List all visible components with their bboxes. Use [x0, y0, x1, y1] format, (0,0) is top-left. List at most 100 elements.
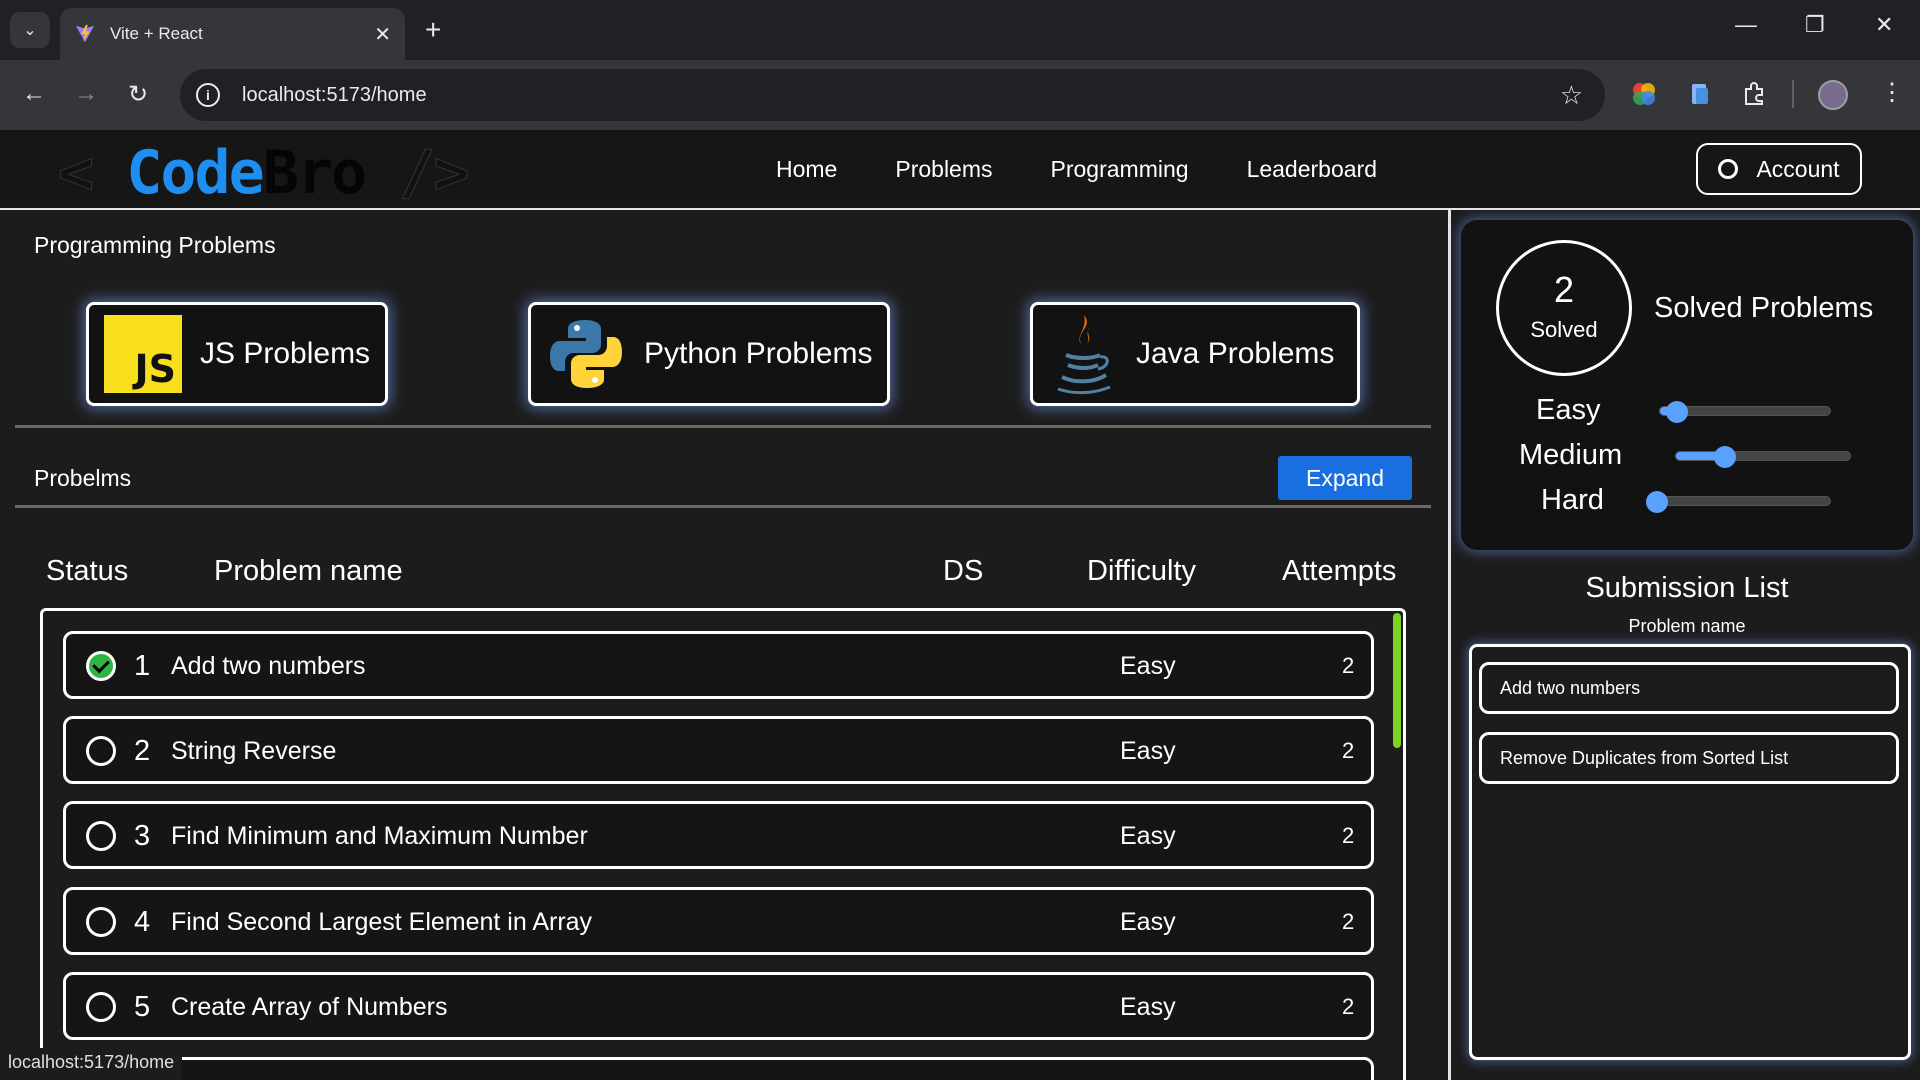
problem-attempts: 2: [1342, 653, 1355, 678]
codebro-logo[interactable]: < CodeBro />: [57, 138, 470, 209]
python-problems-button[interactable]: Python Problems: [528, 302, 890, 406]
medium-progress-slider[interactable]: [1675, 446, 1851, 468]
color-extension-icon[interactable]: [1630, 80, 1658, 108]
bookmark-star-icon[interactable]: ☆: [1560, 80, 1583, 111]
logo-bracket-left: <: [57, 138, 127, 209]
js-problems-label: JS Problems: [200, 337, 371, 370]
site-info-icon[interactable]: i: [196, 83, 220, 107]
problem-attempts: 2: [1342, 823, 1355, 848]
chevron-down-icon: ⌄: [23, 22, 37, 39]
main-content: Programming Problems JS JS Problems Pyth…: [0, 210, 1450, 1080]
close-window-icon[interactable]: ✕: [1875, 12, 1893, 38]
solved-check-icon: [86, 651, 116, 681]
submission-list-title: Submission List: [1585, 572, 1789, 604]
problem-number: 1: [134, 650, 151, 682]
table-row[interactable]: 4 Find Second Largest Element in Array E…: [63, 887, 1374, 955]
unsolved-circle-icon: [86, 907, 116, 937]
easy-progress-slider[interactable]: [1659, 401, 1831, 423]
problem-list: 1 Add two numbers Easy 2 2 String Revers…: [40, 608, 1406, 1080]
problem-difficulty: Easy: [1120, 822, 1176, 850]
unsolved-circle-icon: [86, 736, 116, 766]
profile-avatar[interactable]: [1818, 80, 1848, 110]
nav-home[interactable]: Home: [776, 156, 837, 183]
problem-attempts: 2: [1342, 909, 1355, 934]
tab-close-icon[interactable]: ✕: [374, 22, 391, 47]
problem-number: 2: [134, 735, 151, 767]
logo-bracket-right: />: [365, 138, 470, 209]
link-status-bar: localhost:5173/home: [0, 1048, 183, 1080]
java-problems-label: Java Problems: [1136, 337, 1335, 370]
solved-stats-card: 2 Solved Solved Problems Easy Medium Har…: [1461, 220, 1913, 550]
problems-divider: [15, 505, 1431, 508]
restore-icon[interactable]: ❐: [1805, 12, 1825, 38]
list-scrollbar[interactable]: [1393, 613, 1401, 748]
browser-tab[interactable]: Vite + React ✕: [60, 8, 405, 60]
problem-difficulty: Easy: [1120, 993, 1176, 1021]
browser-toolbar: ← → ↻ i localhost:5173/home ☆ ⋮: [0, 60, 1920, 130]
nav-links: Home Problems Programming Leaderboard: [776, 156, 1377, 183]
account-button[interactable]: Account: [1696, 143, 1862, 195]
expand-button[interactable]: Expand: [1278, 456, 1412, 500]
submission-item[interactable]: Add two numbers: [1479, 662, 1899, 714]
easy-progress-knob[interactable]: [1666, 401, 1688, 423]
submission-item[interactable]: Remove Duplicates from Sorted List: [1479, 732, 1899, 784]
new-tab-icon[interactable]: +: [425, 14, 441, 46]
document-extension-icon[interactable]: [1686, 80, 1714, 108]
javascript-logo-icon: JS: [104, 315, 182, 393]
table-row[interactable]: 1 Add two numbers Easy 2: [63, 631, 1374, 699]
logo-code-text: Code: [126, 138, 264, 208]
hard-progress-knob[interactable]: [1646, 491, 1668, 513]
nav-leaderboard[interactable]: Leaderboard: [1247, 156, 1377, 183]
problem-number: 3: [134, 820, 151, 852]
table-row[interactable]: 3 Find Minimum and Maximum Number Easy 2: [63, 801, 1374, 869]
site-navbar: < CodeBro /> Home Problems Programming L…: [0, 130, 1920, 210]
problem-attempts: 2: [1342, 738, 1355, 763]
problem-name: Find Minimum and Maximum Number: [171, 822, 588, 850]
unsolved-circle-icon: [86, 821, 116, 851]
col-difficulty: Difficulty: [1087, 555, 1197, 587]
hard-progress-slider[interactable]: [1646, 491, 1831, 513]
browser-menu-icon[interactable]: ⋮: [1880, 78, 1904, 107]
js-problems-button[interactable]: JS JS Problems: [86, 302, 388, 406]
table-row[interactable]: [63, 1057, 1374, 1080]
nav-programming[interactable]: Programming: [1051, 156, 1189, 183]
extensions-puzzle-icon[interactable]: [1740, 80, 1768, 108]
col-attempts: Attempts: [1282, 555, 1397, 587]
problem-name: Add two numbers: [171, 652, 366, 680]
problem-difficulty: Easy: [1120, 652, 1176, 680]
medium-progress-knob[interactable]: [1714, 446, 1736, 468]
submission-list-subtitle: Problem name: [1628, 616, 1746, 636]
problem-name: Find Second Largest Element in Array: [171, 908, 593, 936]
section-title: Programming Problems: [34, 232, 276, 258]
nav-problems[interactable]: Problems: [895, 156, 992, 183]
toolbar-divider: [1792, 80, 1794, 108]
url-text: localhost:5173/home: [242, 83, 427, 106]
problem-difficulty: Easy: [1120, 737, 1176, 765]
back-icon[interactable]: ←: [22, 80, 46, 108]
table-row[interactable]: 2 String Reverse Easy 2: [63, 716, 1374, 784]
address-bar[interactable]: i localhost:5173/home ☆: [180, 69, 1605, 121]
hard-label: Hard: [1541, 484, 1604, 516]
solved-count: 2: [1553, 269, 1575, 310]
submission-list: Add two numbers Remove Duplicates from S…: [1469, 644, 1911, 1060]
solved-count-circle: 2 Solved: [1496, 240, 1632, 376]
tab-search-button[interactable]: ⌄: [10, 12, 50, 48]
col-ds: DS: [943, 555, 984, 587]
problems-label: Probelms: [34, 465, 132, 491]
reload-icon[interactable]: ↻: [128, 80, 148, 109]
table-row[interactable]: 5 Create Array of Numbers Easy 2: [63, 972, 1374, 1040]
solved-label: Solved: [1530, 317, 1598, 342]
java-problems-button[interactable]: Java Problems: [1030, 302, 1360, 406]
python-logo-icon: [550, 320, 622, 388]
java-logo-icon: [1057, 315, 1111, 395]
medium-label: Medium: [1519, 439, 1623, 471]
tab-title: Vite + React: [110, 24, 203, 43]
section-divider: [15, 425, 1431, 428]
minimize-icon[interactable]: —: [1735, 12, 1757, 38]
easy-label: Easy: [1536, 394, 1601, 426]
problem-name: Create Array of Numbers: [171, 993, 448, 1021]
problem-number: 4: [134, 906, 151, 938]
col-status: Status: [46, 555, 129, 587]
unsolved-circle-icon: [86, 992, 116, 1022]
forward-icon[interactable]: →: [74, 80, 98, 108]
